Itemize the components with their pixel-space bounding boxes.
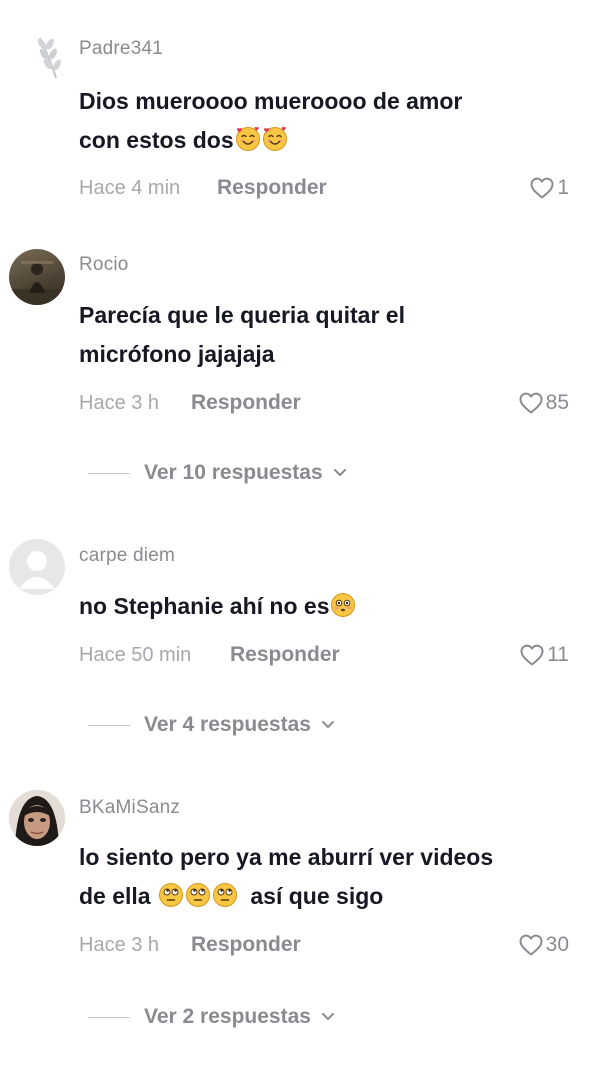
comment-timestamp: Hace 50 min (79, 644, 192, 666)
face-with-rolling-eyes-icon (212, 882, 238, 908)
like-count: 1 (557, 176, 569, 199)
smiling-face-with-hearts-icon (262, 126, 288, 152)
heart-outline-icon (530, 177, 554, 199)
reply-button[interactable]: Responder (217, 173, 327, 203)
like-count: 11 (547, 643, 569, 666)
comment-meta: Hace 3 h Responder 30 (79, 930, 569, 960)
view-replies-label: Ver 2 respuestas (144, 1005, 311, 1028)
face-with-rolling-eyes-icon (158, 882, 184, 908)
comment-timestamp: Hace 4 min (79, 177, 181, 199)
comment-text: no Stephanie ahí no es (79, 587, 356, 626)
username[interactable]: BKaMiSanz (79, 797, 180, 819)
comment-meta: Hace 3 h Responder 85 (79, 388, 569, 418)
heart-outline-icon (520, 644, 544, 666)
like-button[interactable]: 11 (520, 640, 569, 670)
comment-text: Dios mueroooo mueroooo de amor con estos… (79, 82, 462, 160)
avatar[interactable] (9, 539, 65, 595)
view-replies-button[interactable]: Ver 2 respuestas (88, 1002, 335, 1032)
like-button[interactable]: 85 (519, 388, 569, 418)
comment-text-line: lo siento pero ya me aburrí ver videos (79, 844, 494, 870)
like-count: 30 (545, 933, 569, 956)
avatar[interactable] (9, 249, 65, 305)
comment-text: lo siento pero ya me aburrí ver videos d… (79, 838, 493, 916)
comment-text: Parecía que le queria quitar el micrófon… (79, 296, 405, 374)
flushed-face-icon (330, 592, 356, 618)
username[interactable]: Padre341 (79, 38, 163, 60)
comment-meta: Hace 4 min Responder 1 (79, 173, 569, 203)
chevron-down-icon (321, 1012, 335, 1022)
username[interactable]: carpe diem (79, 545, 175, 567)
view-replies-button[interactable]: Ver 10 respuestas (88, 458, 347, 488)
default-avatar-icon (19, 551, 55, 589)
comment-text-line: Parecía que le queria quitar el (79, 302, 405, 328)
comment-meta: Hace 50 min Responder 11 (79, 640, 569, 670)
like-button[interactable]: 1 (530, 173, 569, 203)
smiling-face-with-hearts-icon (235, 126, 261, 152)
comment-text-line: no Stephanie ahí no es (79, 593, 330, 619)
view-replies-label: Ver 4 respuestas (144, 713, 311, 736)
comment-text-line: Dios mueroooo mueroooo de amor (79, 88, 463, 114)
like-count: 85 (545, 391, 569, 414)
face-with-rolling-eyes-icon (185, 882, 211, 908)
username[interactable]: Rocio (79, 254, 129, 276)
chevron-down-icon (333, 468, 347, 478)
heart-outline-icon (519, 392, 543, 414)
view-replies-label: Ver 10 respuestas (144, 461, 323, 484)
chevron-down-icon (321, 720, 335, 730)
avatar[interactable] (9, 790, 65, 846)
divider (88, 724, 130, 726)
reply-button[interactable]: Responder (230, 640, 340, 670)
comment-text-line: de ella (79, 883, 151, 909)
wheat-avatar-icon (37, 37, 61, 79)
reply-button[interactable]: Responder (191, 388, 301, 418)
reply-button[interactable]: Responder (191, 930, 301, 960)
comment-text-line: así que sigo (250, 883, 384, 909)
like-button[interactable]: 30 (519, 930, 569, 960)
comment-text-line: con estos dos (79, 127, 234, 153)
divider (88, 472, 130, 474)
heart-outline-icon (519, 934, 543, 956)
comment-timestamp: Hace 3 h (79, 392, 160, 414)
comment-timestamp: Hace 3 h (79, 934, 160, 956)
divider (88, 1016, 130, 1018)
avatar[interactable] (30, 32, 70, 80)
view-replies-button[interactable]: Ver 4 respuestas (88, 710, 335, 740)
comment-text-line: micrófono jajajaja (79, 341, 275, 367)
